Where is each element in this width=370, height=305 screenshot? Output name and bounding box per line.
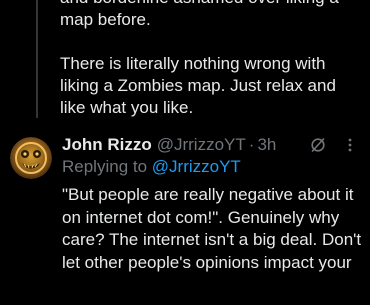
replying-to: Replying to @JrrizzoYT bbox=[62, 157, 241, 179]
replying-to-handle[interactable]: @JrrizzoYT bbox=[152, 157, 241, 176]
author-handle[interactable]: @JrrizzoYT bbox=[157, 135, 246, 155]
grok-icon[interactable] bbox=[310, 137, 326, 153]
replying-to-label: Replying to bbox=[62, 157, 152, 176]
previous-tweet-paragraph: There is literally nothing wrong with li… bbox=[60, 54, 336, 117]
header-separator: · bbox=[248, 135, 255, 154]
reply-body: "But people are really negative about it… bbox=[62, 185, 362, 272]
author-name[interactable]: John Rizzo bbox=[62, 135, 152, 155]
previous-tweet-paragraph: and borderline ashamed over liking a map… bbox=[60, 0, 339, 29]
reply-header: John Rizzo @JrrizzoYT · 3h bbox=[62, 134, 276, 156]
timestamp[interactable]: 3h bbox=[257, 135, 276, 155]
avatar[interactable] bbox=[10, 137, 52, 179]
avatar-icon bbox=[10, 137, 52, 179]
thread-line bbox=[36, 0, 38, 118]
previous-tweet-body: and borderline ashamed over liking a map… bbox=[60, 0, 360, 119]
more-options-icon[interactable] bbox=[344, 137, 356, 153]
